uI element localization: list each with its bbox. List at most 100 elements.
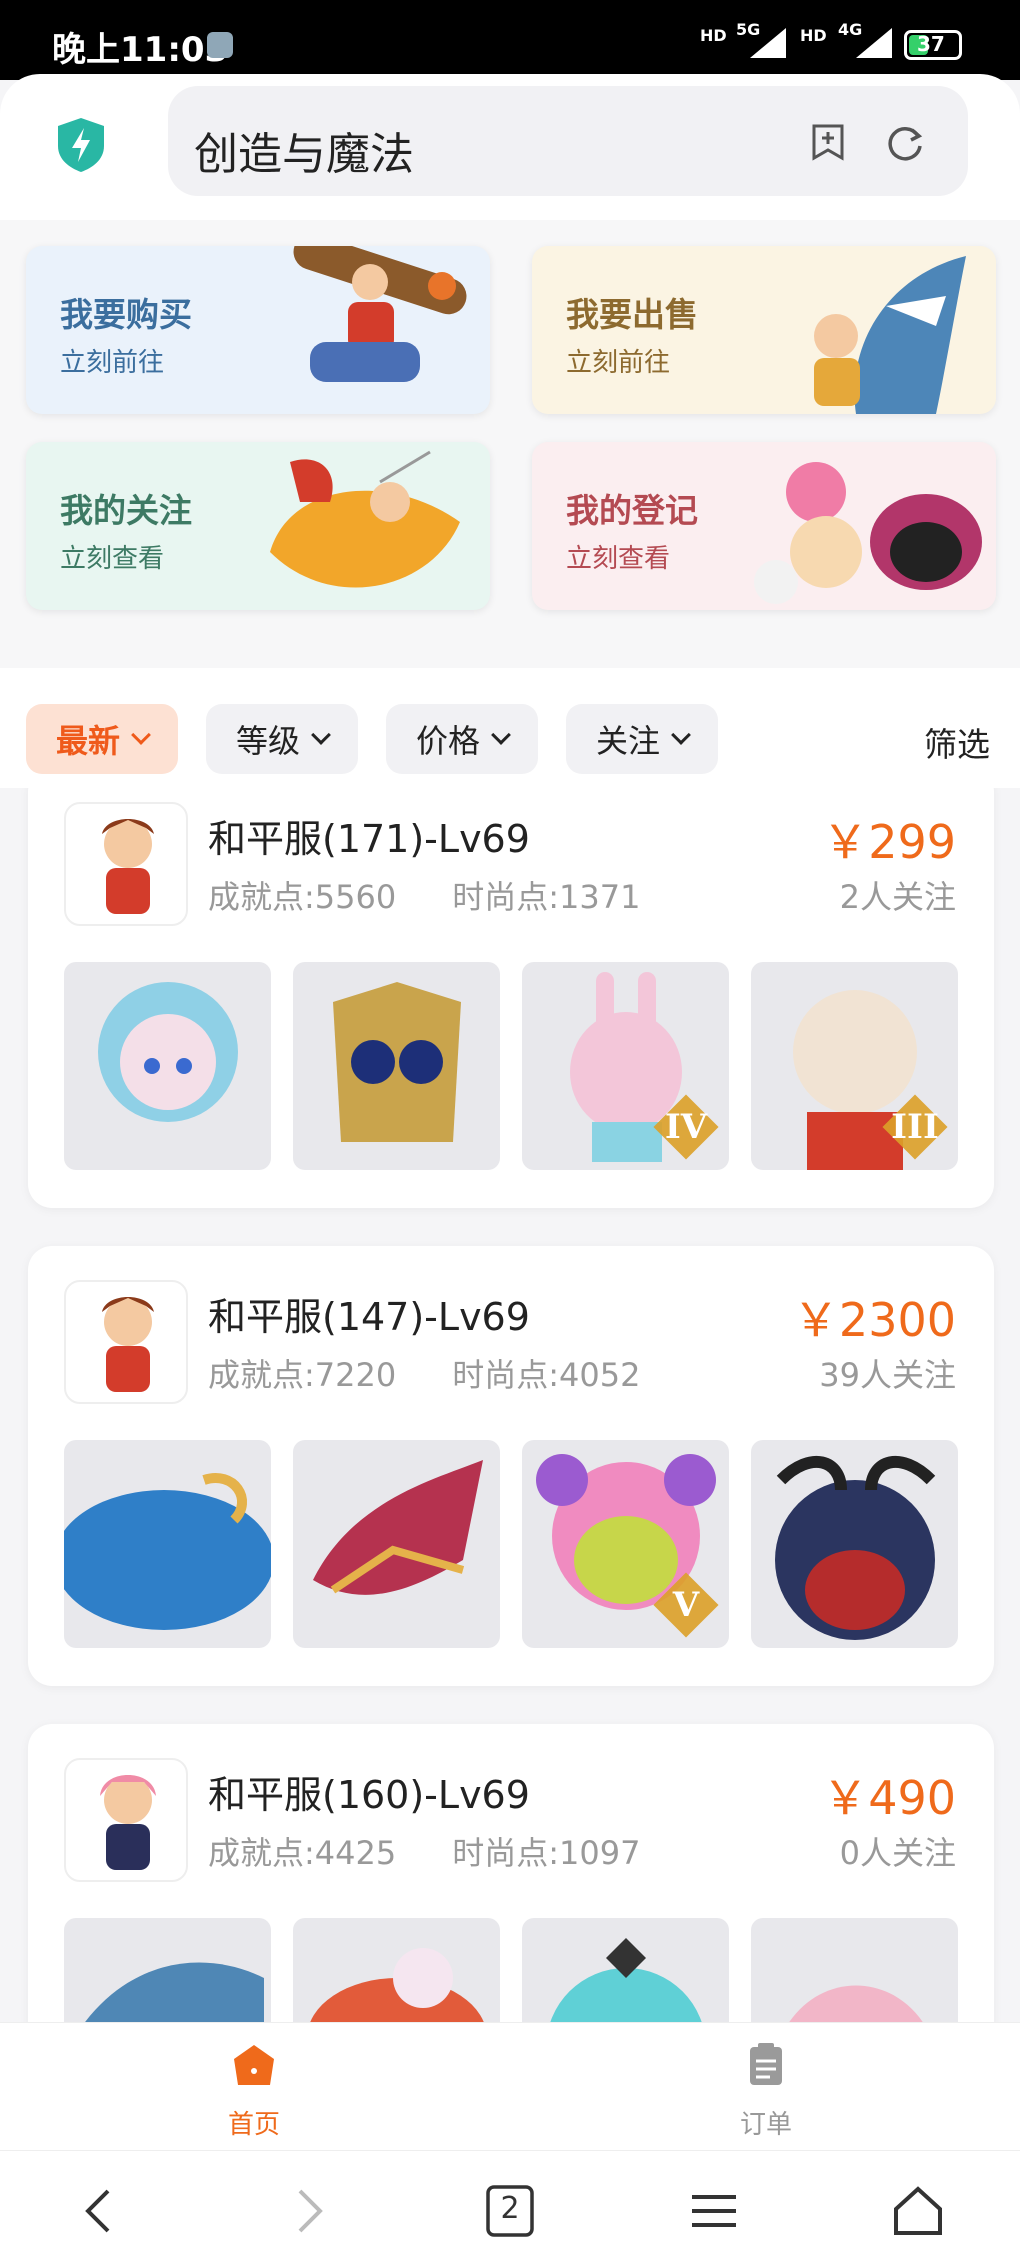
search-query[interactable]: 创造与魔法 <box>194 118 414 182</box>
signal-icon-2 <box>856 28 892 58</box>
fashion-points: 时尚点:1097 <box>452 1834 641 1872</box>
listing-title: 和平服(171)-Lv69 <box>208 817 530 861</box>
home-icon <box>234 2045 274 2085</box>
status-bar: 晚上11:03 HD 5G HD 4G 37 <box>0 0 1020 80</box>
pet-thumbnails: V <box>64 1440 958 1648</box>
refresh-icon[interactable] <box>884 122 926 164</box>
filter-newest[interactable]: 最新 <box>26 704 178 774</box>
filter-follow-label: 关注 <box>595 722 660 760</box>
filter-newest-label: 最新 <box>55 722 120 760</box>
tab-home-label: 首页 <box>227 2110 280 2140</box>
register-sub: 立刻查看 <box>566 544 671 574</box>
notification-app-icon <box>207 32 233 58</box>
search-bar[interactable]: 创造与魔法 <box>168 86 968 196</box>
battery-icon: 37 <box>904 30 962 60</box>
listing-card[interactable]: 和平服(171)-Lv69 成就点:5560 时尚点:1371 ￥299 2人关注… <box>28 788 994 1208</box>
sell-title: 我要出售 <box>566 295 698 334</box>
hd-icon-2: HD <box>800 26 827 45</box>
follow-sub: 立刻查看 <box>60 544 165 574</box>
listing-card[interactable]: 和平服(147)-Lv69 成就点:7220 时尚点:4052 ￥2300 39人… <box>28 1246 994 1686</box>
pet-thumbnail[interactable]: IV <box>522 962 729 1170</box>
achievement-points: 成就点:4425 <box>208 1834 397 1872</box>
home-nav-icon[interactable] <box>890 2183 946 2239</box>
pet-thumbnails: IV III <box>64 962 958 1170</box>
chevron-down-icon <box>131 725 151 745</box>
buy-title: 我要购买 <box>60 295 192 334</box>
tab-orders[interactable]: 订单 <box>666 2041 866 2141</box>
listing-list: 和平服(171)-Lv69 成就点:5560 时尚点:1371 ￥299 2人关注… <box>0 788 1020 2022</box>
follow-title: 我的关注 <box>60 491 192 530</box>
follow-card[interactable]: 我的关注 立刻查看 <box>26 442 490 610</box>
listing-stats: 成就点:7220 时尚点:4052 <box>208 1350 640 1396</box>
add-bookmark-icon[interactable] <box>808 122 848 162</box>
pet-thumbnail[interactable] <box>751 1440 958 1648</box>
sell-sub: 立刻前往 <box>566 348 671 378</box>
listing-stats: 成就点:5560 时尚点:1371 <box>208 872 640 918</box>
pet-thumbnail[interactable]: V <box>522 1440 729 1648</box>
filter-follow[interactable]: 关注 <box>566 704 718 774</box>
fashion-points: 时尚点:4052 <box>452 1356 641 1394</box>
tabs-count: 2 <box>500 2191 520 2226</box>
listing-price: ￥490 <box>822 1771 956 1825</box>
pet-thumbnail[interactable] <box>293 962 500 1170</box>
quick-entry-section: 我要购买 立刻前往 我要出售 立刻前往 我的关注 立刻查看 我的登记 立刻查看 <box>0 220 1020 668</box>
listing-price: ￥299 <box>822 815 956 869</box>
back-icon[interactable] <box>72 2183 128 2239</box>
pet-grade-badge: IV <box>651 1092 721 1162</box>
hd-icon: HD <box>700 26 727 45</box>
filter-bar: 最新 等级 价格 关注 筛选 <box>0 668 1020 788</box>
avatar <box>64 1280 188 1404</box>
listing-follow-count: 2人关注 <box>839 878 956 916</box>
pet-grade-badge: III <box>880 1092 950 1162</box>
filter-price[interactable]: 价格 <box>386 704 538 774</box>
status-time: 晚上11:03 <box>52 30 229 70</box>
chevron-down-icon <box>671 725 691 745</box>
tab-home[interactable]: 首页 <box>154 2041 354 2141</box>
filter-screen-button[interactable]: 筛选 <box>924 718 990 766</box>
achievement-points: 成就点:5560 <box>208 878 397 916</box>
avatar <box>64 802 188 926</box>
achievement-points: 成就点:7220 <box>208 1356 397 1394</box>
forward-icon[interactable] <box>280 2183 336 2239</box>
sell-card[interactable]: 我要出售 立刻前往 <box>532 246 996 414</box>
listing-title: 和平服(147)-Lv69 <box>208 1295 530 1339</box>
battery-level: 37 <box>917 32 945 56</box>
listing-follow-count: 0人关注 <box>839 1834 956 1872</box>
pet-thumbnail[interactable] <box>522 1918 729 2022</box>
filter-price-label: 价格 <box>415 722 480 760</box>
browser-header: 创造与魔法 <box>0 74 1020 220</box>
listing-card[interactable]: 和平服(160)-Lv69 成就点:4425 时尚点:1097 ￥490 0人关注 <box>28 1724 994 2022</box>
filter-level[interactable]: 等级 <box>206 704 358 774</box>
pet-thumbnail[interactable] <box>64 1918 271 2022</box>
listing-title: 和平服(160)-Lv69 <box>208 1773 530 1817</box>
buy-card[interactable]: 我要购买 立刻前往 <box>26 246 490 414</box>
pet-thumbnail[interactable] <box>293 1918 500 2022</box>
shield-icon[interactable] <box>54 116 108 174</box>
listing-price: ￥2300 <box>792 1293 956 1347</box>
tab-orders-label: 订单 <box>739 2110 792 2140</box>
pet-thumbnail[interactable] <box>293 1440 500 1648</box>
register-title: 我的登记 <box>566 491 698 530</box>
listing-stats: 成就点:4425 时尚点:1097 <box>208 1828 640 1874</box>
fashion-points: 时尚点:1371 <box>452 878 641 916</box>
pet-thumbnail[interactable] <box>751 1918 958 2022</box>
pet-thumbnails <box>64 1918 958 2022</box>
app-tab-bar: 首页 订单 <box>0 2022 1020 2150</box>
chevron-down-icon <box>491 725 511 745</box>
buy-character-illustration <box>293 246 467 382</box>
pet-grade-badge: V <box>651 1570 721 1640</box>
pet-thumbnail[interactable] <box>64 1440 271 1648</box>
register-card[interactable]: 我的登记 立刻查看 <box>532 442 996 610</box>
tabs-count-button[interactable]: 2 <box>482 2183 538 2239</box>
listing-follow-count: 39人关注 <box>819 1356 956 1394</box>
chevron-down-icon <box>311 725 331 745</box>
orders-icon <box>750 2043 782 2085</box>
signal-icon <box>750 28 786 58</box>
follow-bird-illustration <box>270 450 460 588</box>
menu-icon[interactable] <box>686 2183 742 2239</box>
avatar <box>64 1758 188 1882</box>
pet-thumbnail[interactable] <box>64 962 271 1170</box>
buy-sub: 立刻前往 <box>60 348 165 378</box>
pet-thumbnail[interactable]: III <box>751 962 958 1170</box>
sell-shark-illustration <box>814 256 966 414</box>
